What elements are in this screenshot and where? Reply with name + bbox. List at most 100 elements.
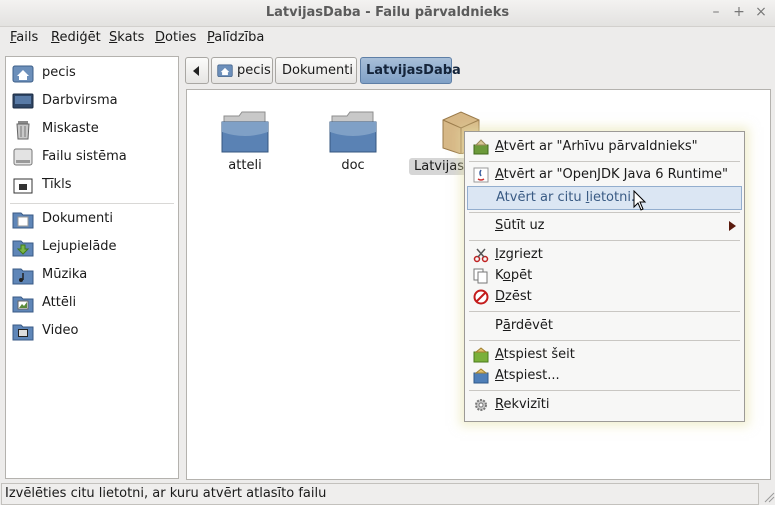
label-accel: ā [502, 318, 511, 333]
sidebar-item-documents[interactable]: Dokumenti [12, 207, 172, 231]
menu-item-open-other-app[interactable]: Atvērt ar citu lietotni... [467, 186, 742, 210]
label-post: pēt [510, 268, 533, 283]
sidebar-item-label: Failu sistēma [42, 149, 127, 164]
menu-item-extract-here[interactable]: Atspiest šeit [467, 344, 742, 366]
menu-item-open-java[interactable]: Atvērt ar "OpenJDK Java 6 Runtime" [467, 164, 742, 186]
home-icon [217, 64, 233, 77]
menu-skats[interactable]: Skats [109, 30, 144, 45]
sidebar-item-desktop[interactable]: Darbvirsma [12, 89, 172, 113]
network-icon [13, 178, 33, 194]
sidebar-item-downloads[interactable]: Lejupielāde [12, 235, 172, 259]
places-sidebar: pecis Darbvirsma Miskaste Failu sistēma … [5, 56, 179, 479]
pictures-folder-icon [12, 296, 34, 313]
menu-item-delete[interactable]: Dzēst [467, 286, 742, 308]
label-accel: o [502, 268, 511, 283]
menu-item-copy[interactable]: Kopēt [467, 265, 742, 287]
extract-icon [473, 368, 489, 384]
sidebar-item-video[interactable]: Video [12, 319, 172, 343]
window-title: LatvijasDaba - Failu pārvaldnieks [265, 5, 510, 20]
label-pre: Atvērt ar citu [496, 190, 586, 205]
menu-item-label: Sūtīt uz [495, 218, 545, 233]
java-icon [473, 167, 489, 183]
sidebar-item-home[interactable]: pecis [12, 61, 172, 85]
sidebar-item-filesystem[interactable]: Failu sistēma [12, 145, 172, 169]
menu-doties[interactable]: Doties [155, 30, 196, 45]
menu-separator [469, 161, 740, 162]
menu-separator [469, 240, 740, 241]
sidebar-item-label: Lejupielāde [42, 239, 117, 254]
menu-text-post: alīdzība [214, 30, 265, 45]
documents-folder-icon [12, 212, 34, 229]
menu-item-open-archive-manager[interactable]: Atvērt ar "Arhīvu pārvaldnieks" [467, 136, 742, 158]
sidebar-item-label: Attēli [42, 295, 77, 310]
menu-item-label: Dzēst [495, 289, 532, 304]
path-back-button[interactable] [185, 57, 209, 84]
archive-manager-icon [473, 139, 489, 155]
extract-here-icon [473, 347, 489, 363]
sidebar-item-label: pecis [42, 65, 76, 80]
menu-faili[interactable]: Fails [10, 30, 38, 45]
sidebar-item-music[interactable]: Mūzika [12, 263, 172, 287]
menu-item-label: Atvērt ar citu lietotni... [496, 190, 643, 205]
menu-item-send-to[interactable]: Sūtīt uz [467, 215, 742, 237]
label-post: tvērt ar "OpenJDK Java 6 Runtime" [503, 167, 728, 182]
title-bar[interactable]: LatvijasDaba - Failu pārvaldnieks – + × [0, 0, 775, 27]
minimize-icon[interactable]: – [708, 4, 724, 20]
breadcrumb-item-home[interactable]: pecis [211, 57, 273, 84]
folder-icon [221, 111, 269, 153]
submenu-arrow-icon [729, 221, 736, 231]
menu-item-label: Atspiest šeit [495, 347, 575, 362]
menu-accel: D [155, 30, 166, 45]
breadcrumb-label: LatvijasDaba [366, 63, 461, 78]
close-icon[interactable]: × [753, 4, 769, 20]
menu-palidziba[interactable]: Palīdzība [207, 30, 264, 45]
menu-separator [469, 390, 740, 391]
resize-grip-icon[interactable] [761, 486, 775, 504]
menu-rediget[interactable]: Rediģēt [51, 30, 101, 45]
sidebar-item-trash[interactable]: Miskaste [12, 117, 172, 141]
breadcrumb-item-dokumenti[interactable]: Dokumenti [275, 57, 357, 84]
desktop-icon [12, 93, 34, 109]
menu-item-label: Atvērt ar "OpenJDK Java 6 Runtime" [495, 167, 728, 182]
label-accel: A [495, 139, 504, 154]
sidebar-item-label: Tīkls [42, 177, 72, 192]
sidebar-separator [10, 203, 174, 204]
label-post: tvērt ar "Arhīvu pārvaldnieks" [503, 139, 698, 154]
menu-text-post: ediģēt [59, 30, 101, 45]
sidebar-item-network[interactable]: Tīkls [12, 173, 172, 197]
properties-gear-icon [475, 399, 487, 411]
breadcrumb-item-latvijasdaba[interactable]: LatvijasDaba [360, 57, 461, 84]
menu-separator [469, 340, 740, 341]
file-item-atteli[interactable]: atteli [205, 92, 285, 173]
folder-icon [329, 111, 377, 153]
file-item-doc[interactable]: doc [313, 92, 393, 173]
drive-icon [13, 148, 33, 166]
label-pre: K [495, 268, 503, 283]
label-accel: A [495, 347, 504, 362]
menu-item-extract[interactable]: Atspiest... [467, 365, 742, 387]
label-post: zgriezt [498, 247, 543, 262]
maximize-icon[interactable]: + [731, 4, 747, 20]
label-post: tspiest šeit [503, 347, 575, 362]
sidebar-item-label: Dokumenti [42, 211, 113, 226]
menu-item-cut[interactable]: Izgriezt [467, 244, 742, 266]
file-name: atteli [228, 158, 262, 173]
video-folder-icon [12, 324, 34, 341]
breadcrumb-label: pecis [237, 63, 271, 78]
menu-item-label: Atspiest... [495, 368, 560, 383]
label-accel: A [495, 368, 504, 383]
label-post: zēst [505, 289, 532, 304]
label-post: ūtīt uz [503, 218, 545, 233]
menu-item-properties[interactable]: Rekvizīti [467, 394, 742, 416]
delete-icon [473, 289, 489, 305]
label-post: tspiest... [503, 368, 560, 383]
sidebar-item-pictures[interactable]: Attēli [12, 291, 172, 315]
music-folder-icon [12, 268, 34, 285]
sidebar-item-label: Mūzika [42, 267, 88, 282]
menu-item-rename[interactable]: Pārdēvēt [467, 315, 742, 337]
file-name: doc [341, 158, 365, 173]
downloads-folder-icon [12, 240, 34, 257]
status-text: Izvēlēties citu lietotni, ar kuru atvērt… [5, 486, 327, 501]
menu-item-label: Kopēt [495, 268, 532, 283]
breadcrumb-label: Dokumenti [282, 63, 353, 78]
